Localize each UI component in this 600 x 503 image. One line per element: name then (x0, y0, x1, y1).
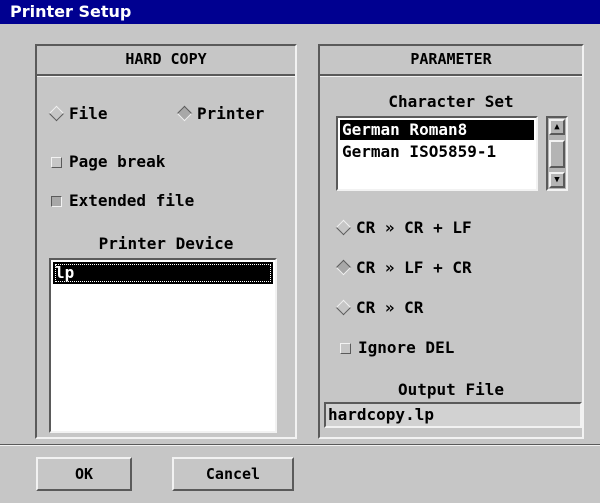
printer-device-list[interactable]: lp (49, 258, 277, 433)
character-set-list[interactable]: German Roman8 German ISO5859-1 (336, 116, 538, 191)
ok-button[interactable]: OK (36, 457, 132, 491)
printer-radio-indicator[interactable] (176, 105, 193, 122)
parameter-header: PARAMETER (320, 46, 582, 76)
character-set-scrollbar[interactable]: ▲ ▼ (546, 116, 568, 191)
cancel-button[interactable]: Cancel (172, 457, 294, 491)
character-set-item-0[interactable]: German Roman8 (340, 120, 534, 140)
line-ending-0-indicator[interactable] (335, 219, 352, 236)
scroll-thumb[interactable] (549, 140, 565, 168)
parameter-panel: PARAMETER Character Set German Roman8 Ge… (318, 44, 584, 439)
line-ending-0-label: CR » CR + LF (356, 218, 472, 237)
line-ending-2-label: CR » CR (356, 298, 424, 317)
line-ending-2-indicator[interactable] (335, 299, 352, 316)
page-break-check-indicator[interactable] (51, 157, 62, 168)
scroll-down-arrow-icon[interactable]: ▼ (549, 172, 565, 188)
page-break-label: Page break (69, 152, 166, 171)
line-ending-1-label: CR » LF + CR (356, 258, 472, 277)
line-ending-1-indicator[interactable] (335, 259, 352, 276)
printer-radio-label: Printer (197, 104, 265, 123)
ignore-del-label: Ignore DEL (358, 338, 455, 357)
window-title: Printer Setup (0, 0, 600, 24)
hard-copy-panel: HARD COPY File Printer Page break Extend… (35, 44, 297, 439)
output-file-label: Output File (398, 380, 504, 399)
ignore-del-check-indicator[interactable] (340, 343, 351, 354)
extended-file-check-indicator[interactable] (51, 196, 62, 207)
file-radio-indicator[interactable] (48, 105, 65, 122)
output-file-input[interactable]: hardcopy.lp (324, 402, 582, 428)
printer-device-item[interactable]: lp (53, 262, 273, 284)
character-set-label: Character Set (388, 92, 514, 111)
scroll-up-arrow-icon[interactable]: ▲ (549, 119, 565, 135)
output-file-value: hardcopy.lp (328, 405, 434, 424)
printer-device-label: Printer Device (98, 234, 234, 253)
hard-copy-header: HARD COPY (37, 46, 295, 76)
character-set-item-1[interactable]: German ISO5859-1 (340, 142, 496, 162)
button-divider (0, 444, 600, 446)
extended-file-label: Extended file (69, 191, 195, 210)
file-radio-label: File (69, 104, 108, 123)
